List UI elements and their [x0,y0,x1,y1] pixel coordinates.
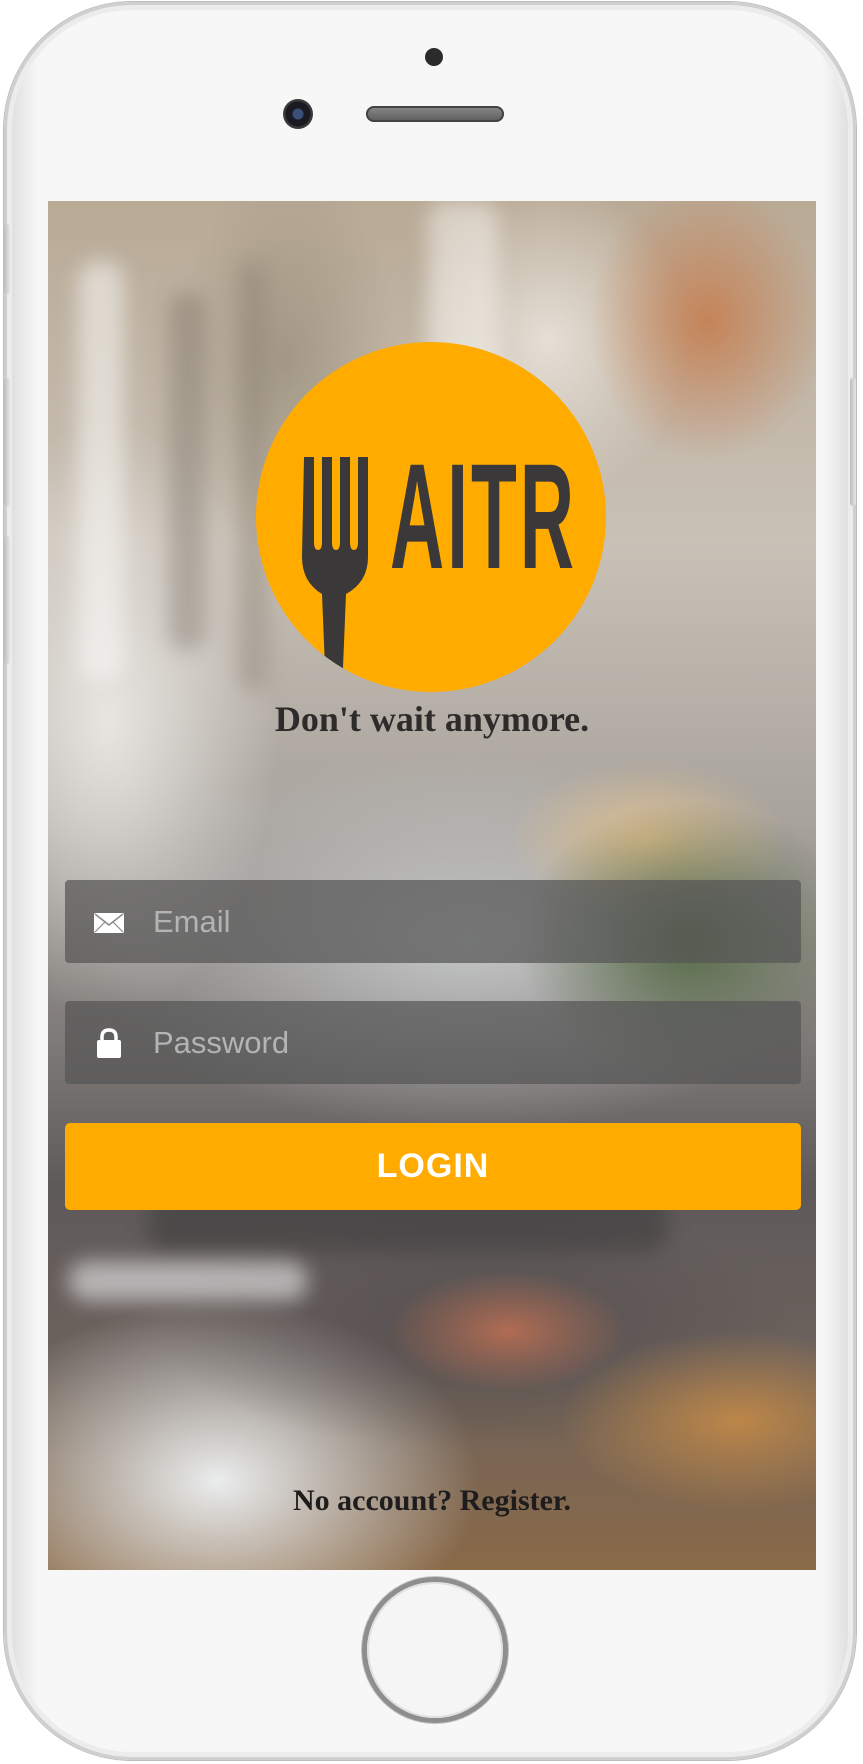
phone-frame: AITR Don't wait anymore. LOGIN No accoun… [4,2,856,1760]
password-input[interactable] [153,1001,773,1084]
waitr-logo: AITR [256,342,606,692]
front-camera [283,99,313,129]
home-button[interactable] [367,1582,503,1718]
lock-icon [97,1028,121,1058]
volume-up-button [4,378,10,506]
password-field-container [65,1001,801,1084]
email-field-container [65,880,801,963]
tagline: Don't wait anymore. [274,699,590,739]
background-blur [68,1261,308,1301]
background-blur [78,261,124,681]
login-screen: AITR Don't wait anymore. LOGIN No accoun… [48,201,816,1570]
envelope-icon [94,913,124,933]
earpiece-speaker [366,106,504,122]
proximity-sensor [425,48,443,66]
email-input[interactable] [153,880,773,963]
background-blur [168,291,206,651]
logo-text: AITR [390,432,577,600]
login-button[interactable]: LOGIN [65,1123,801,1210]
volume-down-button [4,536,10,664]
mute-switch [4,224,10,294]
register-link[interactable]: No account? Register. [48,1484,816,1518]
power-button [850,378,856,506]
